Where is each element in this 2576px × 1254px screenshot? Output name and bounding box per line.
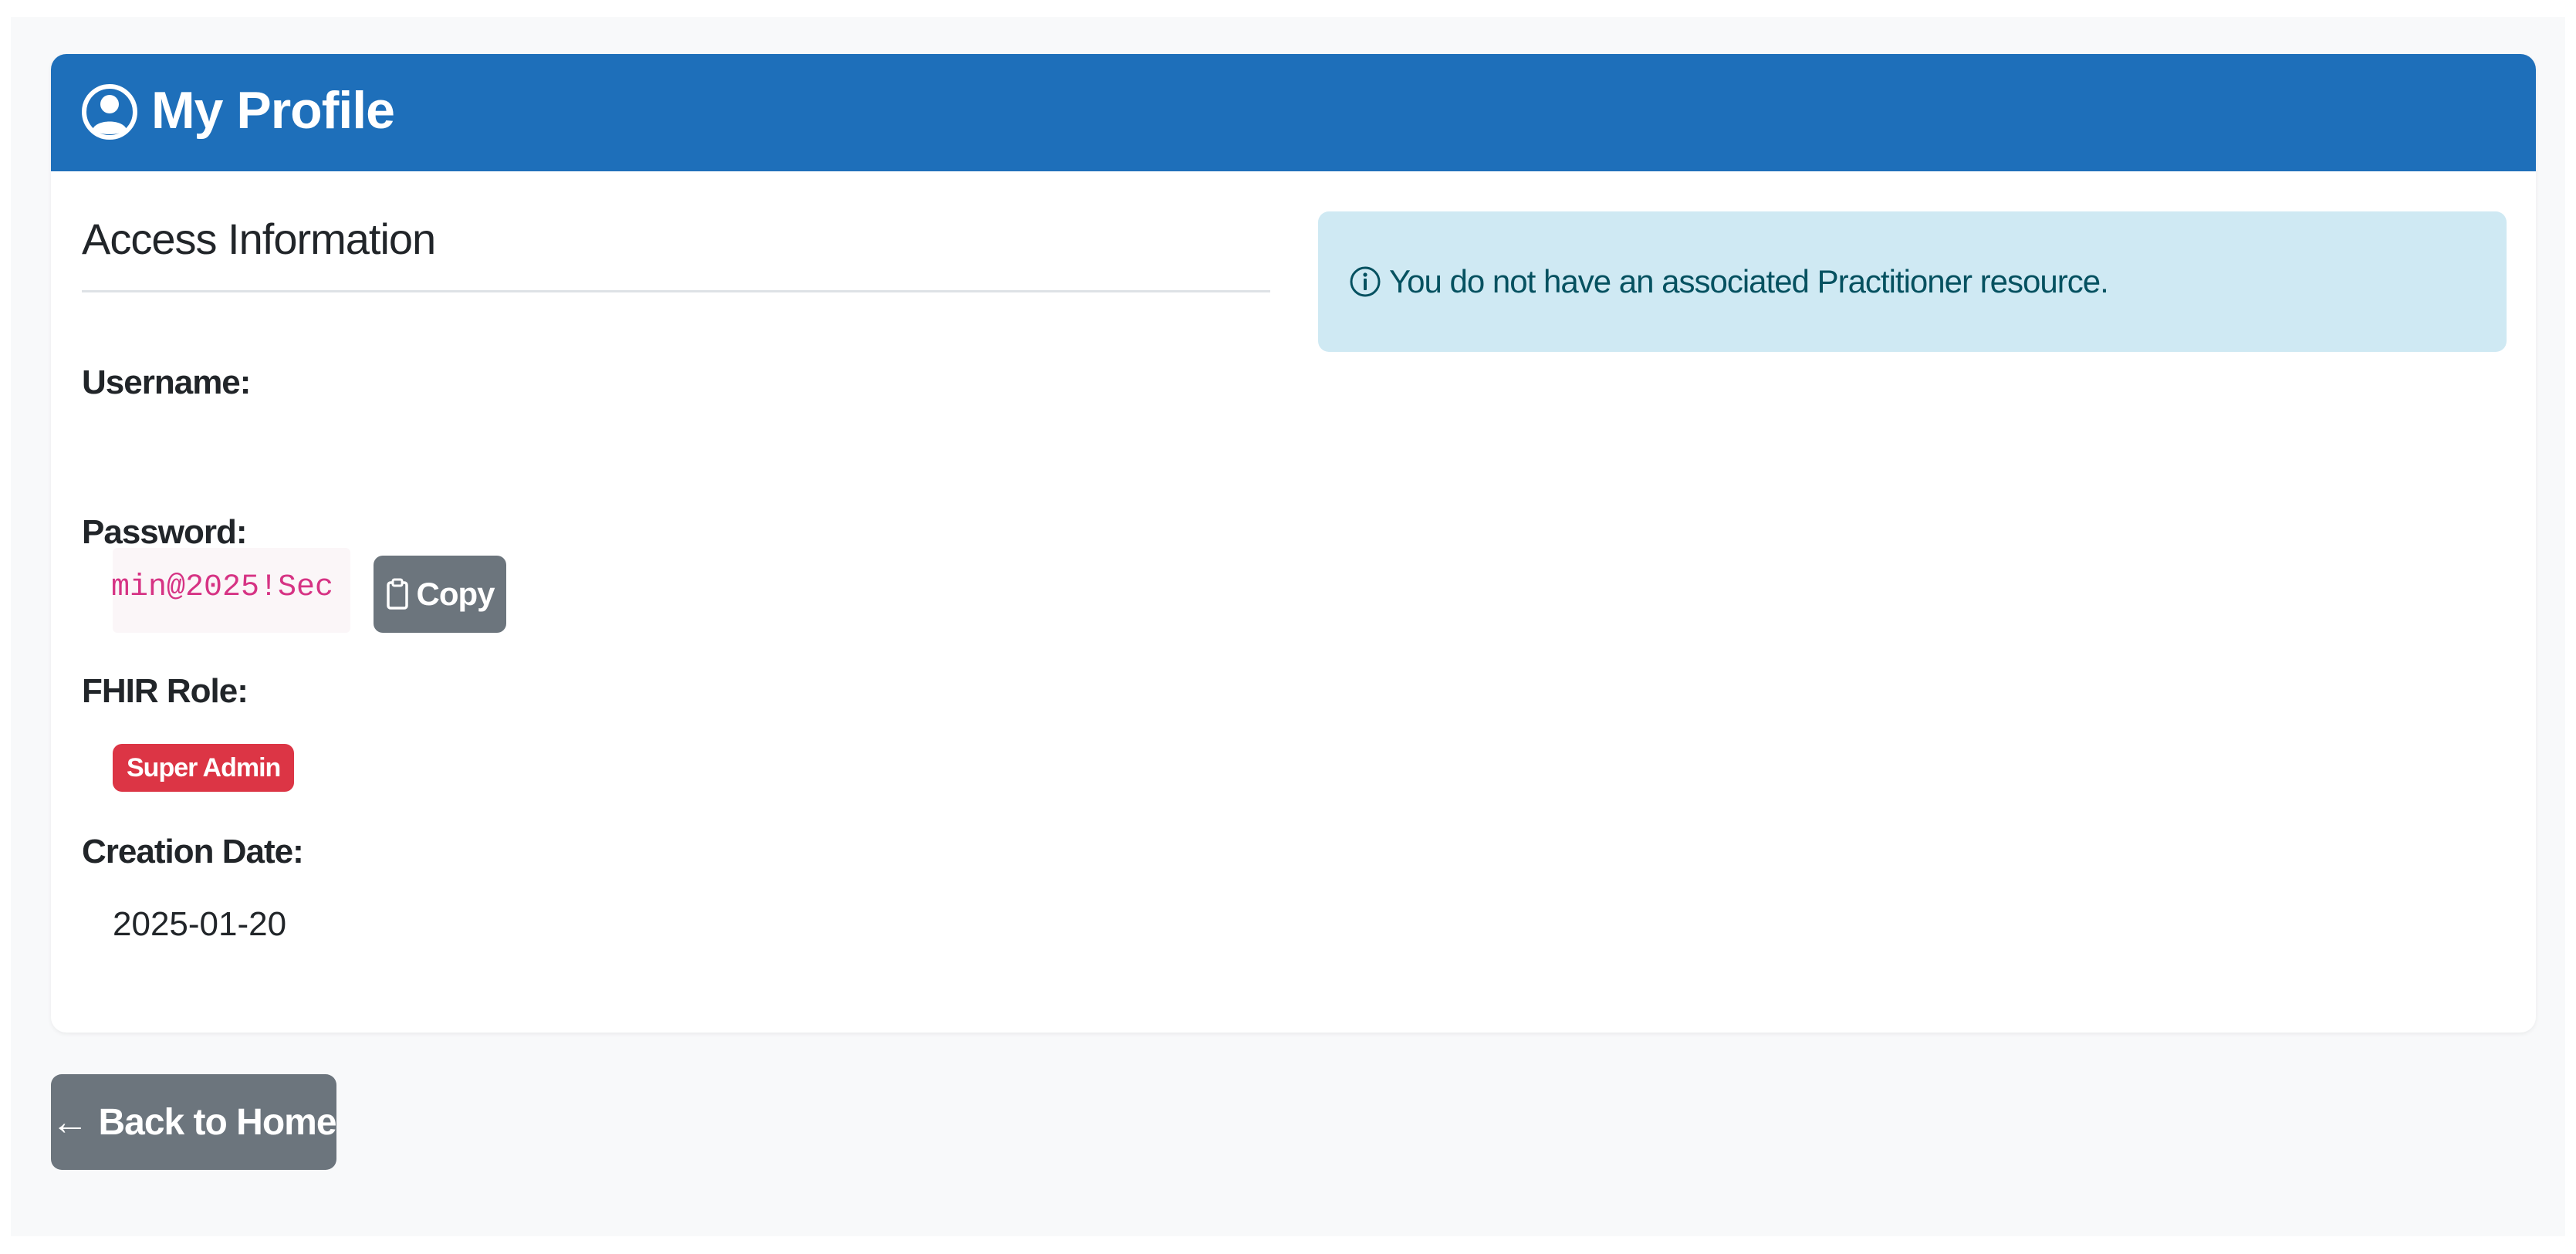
fhir-role-label: FHIR Role:: [82, 672, 248, 710]
back-to-home-label: Back to Home: [98, 1101, 336, 1143]
practitioner-info-alert: You do not have an associated Practition…: [1318, 211, 2507, 352]
page-background: My Profile Access Information Username: …: [11, 17, 2565, 1236]
section-title-access-information: Access Information: [82, 215, 436, 263]
clipboard-icon: [386, 578, 408, 610]
section-divider: [82, 290, 1270, 292]
alert-message: You do not have an associated Practition…: [1389, 263, 2109, 299]
creation-date-value: 2025-01-20: [113, 905, 287, 943]
page-title: My Profile: [151, 81, 395, 140]
role-badge: Super Admin: [113, 744, 295, 792]
username-label: Username:: [82, 363, 251, 401]
copy-button-label: Copy: [416, 576, 495, 612]
profile-card: My Profile Access Information Username: …: [51, 54, 2536, 1033]
arrow-left-icon: ←: [51, 1101, 88, 1143]
info-circle-icon: [1350, 266, 1381, 297]
copy-password-button[interactable]: Copy: [374, 556, 506, 633]
user-circle-icon: [82, 84, 137, 140]
card-header: My Profile: [51, 54, 2536, 171]
creation-date-label: Creation Date:: [82, 833, 304, 870]
back-to-home-button[interactable]: ← Back to Home: [51, 1074, 337, 1170]
password-field[interactable]: Admin@2025!Sec: [113, 548, 350, 633]
password-value: Admin@2025!Sec: [113, 570, 333, 605]
